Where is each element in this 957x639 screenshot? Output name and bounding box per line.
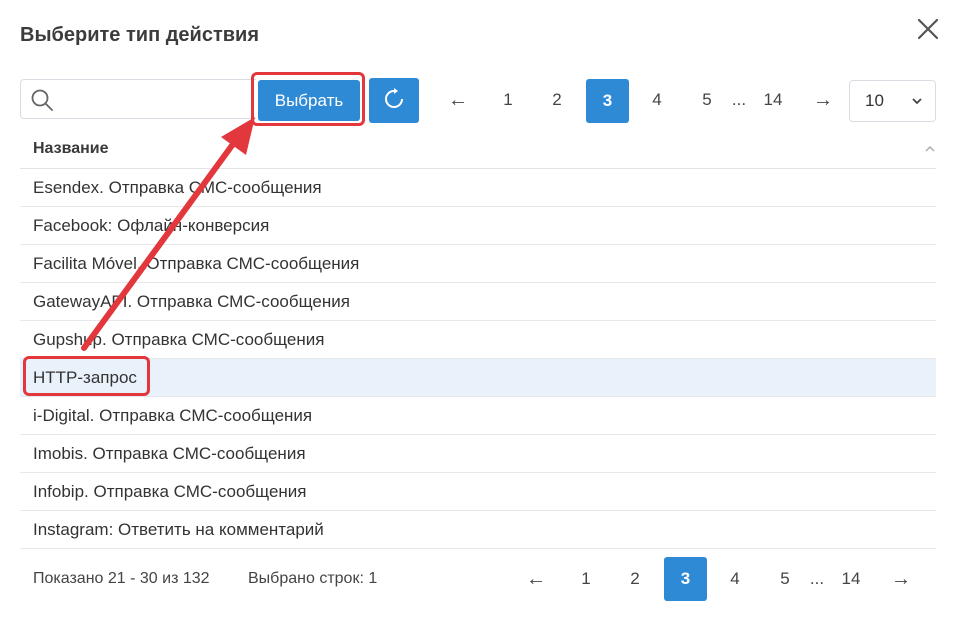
pagination-page-1[interactable]: 1 [494, 90, 522, 112]
table-row[interactable]: Gupshup. Отправка СМС-сообщения [20, 321, 936, 359]
row-label: Facebook: Офлайн-конверсия [33, 216, 270, 235]
pagination-page-3[interactable]: 3 [664, 557, 707, 601]
table-row[interactable]: i-Digital. Отправка СМС-сообщения [20, 397, 936, 435]
pagination-page-2[interactable]: 2 [543, 90, 571, 112]
sort-asc-icon [925, 145, 935, 152]
refresh-button[interactable] [369, 78, 419, 123]
chevron-down-icon [912, 98, 922, 105]
row-label: HTTP-запрос [33, 368, 137, 387]
table-row[interactable]: GatewayAPI. Отправка СМС-сообщения [20, 283, 936, 321]
row-label: i-Digital. Отправка СМС-сообщения [33, 406, 313, 425]
pagination-ellipsis: ... [731, 90, 747, 109]
pagination-prev[interactable]: ← [518, 568, 554, 590]
table-row[interactable]: Imobis. Отправка СМС-сообщения [20, 435, 936, 473]
column-header-name: Название [33, 140, 109, 157]
row-label: Gupshup. Отправка СМС-сообщения [33, 330, 325, 349]
table-row[interactable]: Esendex. Отправка СМС-сообщения [20, 169, 936, 207]
selected-count: Выбрано строк: 1 [248, 570, 378, 587]
row-label: Instagram: Ответить на комментарий [33, 520, 324, 539]
row-label: Imobis. Отправка СМС-сообщения [33, 444, 306, 463]
shown-count: Показано 21 - 30 из 132 [33, 570, 210, 587]
table-row[interactable]: Facilita Móvel. Отправка СМС-сообщения [20, 245, 936, 283]
row-label: GatewayAPI. Отправка СМС-сообщения [33, 292, 350, 311]
page-size-value: 10 [865, 91, 884, 110]
pagination-next[interactable]: → [883, 568, 919, 590]
pagination-page-5[interactable]: 5 [771, 569, 799, 591]
pagination-page-last[interactable]: 14 [835, 569, 867, 591]
select-button[interactable]: Выбрать [258, 80, 360, 121]
table-header[interactable]: Название [20, 131, 936, 169]
close-icon [917, 18, 939, 40]
search-input[interactable] [59, 86, 253, 114]
dialog-title: Выберите тип действия [20, 24, 260, 46]
close-button[interactable] [915, 16, 941, 42]
table-row[interactable]: Facebook: Офлайн-конверсия [20, 207, 936, 245]
pagination-page-4[interactable]: 4 [643, 90, 671, 112]
pagination-page-3[interactable]: 3 [586, 79, 629, 123]
pagination-page-last[interactable]: 14 [757, 90, 789, 112]
pagination-prev[interactable]: ← [440, 89, 476, 111]
table-row-selected[interactable]: HTTP-запрос [20, 359, 936, 397]
table-row[interactable]: Instagram: Ответить на комментарий [20, 511, 936, 549]
row-label: Facilita Móvel. Отправка СМС-сообщения [33, 254, 360, 273]
pagination-page-4[interactable]: 4 [721, 569, 749, 591]
pagination-page-2[interactable]: 2 [621, 569, 649, 591]
row-label: Infobip. Отправка СМС-сообщения [33, 482, 307, 501]
pagination-page-1[interactable]: 1 [572, 569, 600, 591]
page-size-select[interactable]: 10 [849, 80, 936, 122]
refresh-icon [385, 88, 403, 108]
pagination-ellipsis: ... [809, 569, 825, 588]
row-label: Esendex. Отправка СМС-сообщения [33, 178, 322, 197]
search-icon [31, 89, 53, 111]
pagination-next[interactable]: → [805, 89, 841, 111]
search-box [20, 79, 256, 119]
table-row[interactable]: Infobip. Отправка СМС-сообщения [20, 473, 936, 511]
pagination-page-5[interactable]: 5 [693, 90, 721, 112]
